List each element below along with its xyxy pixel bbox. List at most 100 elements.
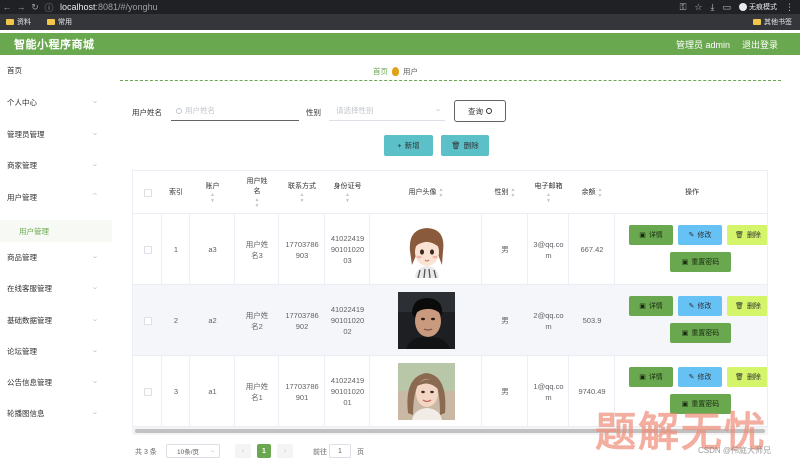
chevron-down-icon: ⌄ (209, 448, 215, 454)
detail-button[interactable]: ▣ 详情 (629, 225, 673, 245)
page-number-current[interactable]: 1 (257, 444, 271, 458)
cell-account: a3 (208, 245, 217, 254)
url-path: :8081/#/yonghu (95, 2, 158, 12)
edit-button[interactable]: ✎ 修改 (678, 367, 722, 387)
sidebar-subitem-user-management[interactable]: 用户管理 (0, 220, 112, 242)
sort-icon[interactable]: ▲ ▼ (511, 187, 516, 199)
edit-icon: ✎ (688, 374, 695, 381)
sort-icon[interactable]: ▲ ▼ (210, 192, 215, 204)
logout-link[interactable]: 退出登录 (742, 38, 778, 51)
add-button[interactable]: + 新增 (384, 135, 433, 156)
delete-button[interactable]: 🗑 删除 (727, 367, 767, 387)
incognito-label: 无痕模式 (749, 4, 777, 11)
column-header-avatar[interactable]: 用户头像 ▲ ▼ (370, 171, 482, 214)
star-icon[interactable]: ☆ (694, 2, 702, 13)
pagination: 共 3 条 10条/页 ⌄ ‹ 1 › 前往 1 页 (135, 444, 385, 458)
column-header-email[interactable]: 电子邮箱 ▲ ▼ (528, 171, 569, 214)
sort-icon[interactable]: ▲ ▼ (345, 192, 350, 204)
delete-button[interactable]: 🗑 删除 (727, 296, 767, 316)
sort-icon[interactable]: ▲ ▼ (300, 192, 305, 204)
cell-balance: 503.9 (582, 316, 602, 325)
app-title: 智能小程序商城 (14, 39, 95, 51)
gender-label: 性别 (306, 108, 321, 117)
cell-avatar (370, 285, 482, 356)
bookmark-folder-ziliao[interactable]: 资料 (6, 17, 31, 27)
chevron-right-icon: › (283, 447, 287, 455)
column-header-label: 身份证号 (333, 182, 362, 190)
sidebar-item-label: 用户管理 (7, 192, 37, 202)
download-icon[interactable]: ⤓ (711, 2, 715, 13)
page-size-select[interactable]: 10条/页 ⌄ (166, 444, 220, 458)
sidebar-subitem-label: 用户管理 (19, 226, 49, 236)
sort-icon[interactable]: ▲ ▼ (255, 197, 260, 209)
menu-dots-icon[interactable]: ⋮ (785, 2, 794, 13)
sidebar-item-label: 在线客服管理 (7, 283, 52, 293)
table-row: 1 a3 用户姓名3 17703786903 41022419901010200… (133, 214, 767, 285)
column-header-balance[interactable]: 余额 ▲ ▼ (569, 171, 615, 214)
column-header-id-card[interactable]: 身份证号 ▲ ▼ (325, 171, 370, 214)
sidebar-item-home[interactable]: 首页 (0, 63, 112, 77)
row-checkbox[interactable] (143, 387, 152, 396)
key-icon[interactable]: ⚿ (680, 2, 687, 13)
reload-icon[interactable]: ↻ (28, 0, 42, 14)
incognito-badge[interactable]: 无痕模式 (739, 2, 777, 12)
edit-button[interactable]: ✎ 修改 (678, 296, 722, 316)
gender-select[interactable]: 请选择性别 ⌄ (329, 101, 445, 121)
back-icon[interactable]: ← (0, 0, 14, 14)
chevron-down-icon: ⌄ (91, 347, 99, 354)
prev-page-button[interactable]: ‹ (235, 444, 251, 458)
sidebar-item-forum[interactable]: 论坛管理 ⌄ (0, 344, 112, 358)
column-header-label: 用户姓名 (246, 177, 268, 195)
sidebar-item-basic-data[interactable]: 基础数据管理 ⌄ (0, 313, 112, 327)
row-select-cell (133, 285, 162, 356)
row-checkbox[interactable] (143, 245, 152, 254)
cell-email: 1@qq.com (533, 381, 564, 402)
sort-icon[interactable]: ▲ ▼ (598, 187, 603, 199)
sidebar-item-merchants[interactable]: 商家管理 ⌄ (0, 158, 112, 172)
sidebar-item-profile[interactable]: 个人中心 ⌄ (0, 95, 112, 109)
app-header: 智能小程序商城 管理员 admin 退出登录 (0, 33, 800, 55)
detail-button[interactable]: ▣ 详情 (629, 296, 673, 316)
sidebar-icon[interactable]: ▭ (722, 2, 731, 13)
sidebar-item-announcements[interactable]: 公告信息管理 ⌄ (0, 375, 112, 389)
sort-icon[interactable]: ▲ ▼ (546, 192, 551, 204)
reset-password-button[interactable]: ▣ 重置密码 (670, 323, 731, 343)
address-bar[interactable]: localhost:8081/#/yonghu (60, 2, 158, 12)
sidebar-item-admins[interactable]: 管理员管理 ⌄ (0, 127, 112, 141)
table-row: 2 a2 用户姓名2 17703786902 41022419901010200… (133, 285, 767, 356)
sidebar-item-users[interactable]: 用户管理 ⌃ (0, 190, 112, 204)
cell-index: 1 (173, 245, 179, 254)
select-all-header (133, 171, 162, 214)
edit-button[interactable]: ✎ 修改 (678, 225, 722, 245)
sidebar-item-products[interactable]: 商品管理 ⌄ (0, 250, 112, 264)
breadcrumb-home[interactable]: 首页 (373, 66, 388, 77)
reset-password-button[interactable]: ▣ 重置密码 (670, 252, 731, 272)
column-header-label: 电子邮箱 (534, 182, 563, 190)
name-search-input[interactable] (171, 101, 299, 121)
bulk-delete-button[interactable]: 🗑 删除 (441, 135, 489, 156)
sidebar-item-carousel[interactable]: 轮播图信息 ⌄ (0, 406, 112, 420)
sidebar-item-support[interactable]: 在线客服管理 ⌄ (0, 281, 112, 295)
sort-icon[interactable]: ▲ ▼ (439, 187, 444, 199)
avatar-woman-photo[interactable] (397, 363, 455, 420)
chevron-down-icon: ⌄ (91, 284, 99, 291)
avatar-man-photo[interactable] (397, 292, 455, 349)
forward-icon[interactable]: → (14, 0, 28, 14)
bookmark-folder-other[interactable]: 其他书签 (753, 17, 792, 27)
row-checkbox[interactable] (143, 316, 152, 325)
column-header-name[interactable]: 用户姓名 ▲ ▼ (235, 171, 279, 214)
next-page-button[interactable]: › (277, 444, 293, 458)
column-header-gender[interactable]: 性别 ▲ ▼ (482, 171, 528, 214)
avatar-cartoon-girl[interactable] (397, 221, 455, 278)
name-search-field[interactable] (185, 106, 285, 115)
goto-page-input[interactable]: 1 (329, 444, 351, 458)
detail-button[interactable]: ▣ 详情 (629, 367, 673, 387)
column-header-account[interactable]: 账户 ▲ ▼ (190, 171, 235, 214)
select-all-checkbox[interactable] (143, 188, 152, 197)
delete-button[interactable]: 🗑 删除 (727, 225, 767, 245)
query-button[interactable]: 查询 (454, 100, 506, 122)
detail-button-label: 详情 (648, 232, 663, 239)
goto-label: 前往 (313, 449, 327, 456)
bookmark-folder-changyong[interactable]: 常用 (47, 17, 72, 27)
column-header-phone[interactable]: 联系方式 ▲ ▼ (279, 171, 325, 214)
